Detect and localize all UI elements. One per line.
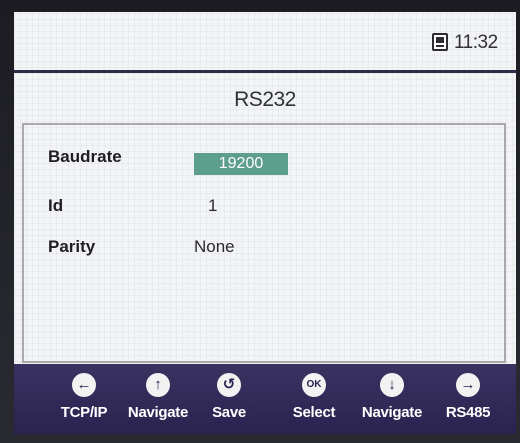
softkey-label: Save — [212, 404, 246, 421]
status-bar: 11:32 — [14, 12, 516, 73]
save-button[interactable]: ↺ Save — [189, 364, 269, 434]
softkey-bar: ← TCP/IP ↑ Navigate ↺ Save OK Select ↓ N… — [14, 364, 516, 434]
page-title: RS232 — [234, 88, 296, 111]
parity-label: Parity — [48, 237, 96, 256]
tcpip-button[interactable]: ← TCP/IP — [44, 364, 124, 434]
softkey-label: Navigate — [127, 404, 189, 421]
id-value[interactable]: 1 — [208, 196, 217, 216]
navigate-down-button[interactable]: ↓ Navigate — [352, 364, 432, 434]
baudrate-value[interactable]: 19200 — [194, 153, 288, 175]
softkey-label: Navigate — [361, 404, 423, 421]
id-label: Id — [48, 196, 64, 215]
ok-icon: OK — [302, 373, 326, 397]
undo-icon: ↺ — [217, 373, 241, 397]
clock: 11:32 — [454, 32, 498, 53]
navigate-up-button[interactable]: ↑ Navigate — [118, 364, 198, 434]
select-button[interactable]: OK Select — [274, 364, 354, 434]
rs485-button[interactable]: → RS485 — [428, 364, 508, 434]
softkey-label: RS485 — [445, 404, 491, 421]
sd-card-icon — [432, 33, 448, 51]
display-screen: 11:32 RS232 Baudrate 19200 Id 1 Parity N… — [14, 12, 516, 434]
softkey-label: Select — [292, 404, 336, 421]
parity-value[interactable]: None — [194, 237, 235, 257]
softkey-label: TCP/IP — [60, 404, 108, 421]
arrow-down-icon: ↓ — [380, 373, 404, 397]
baudrate-label: Baudrate — [48, 147, 122, 166]
arrow-up-icon: ↑ — [146, 373, 170, 397]
arrow-left-icon: ← — [72, 373, 96, 397]
arrow-right-icon: → — [456, 373, 480, 397]
